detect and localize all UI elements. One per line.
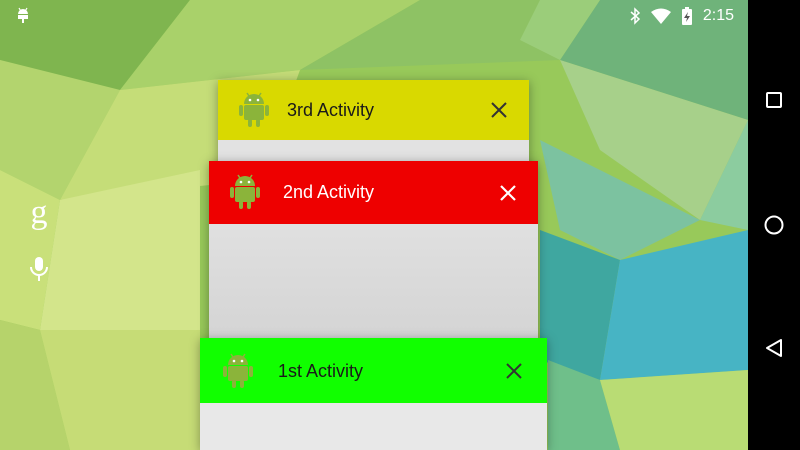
- mic-icon[interactable]: [28, 256, 50, 282]
- home-button[interactable]: [748, 205, 800, 245]
- card-header[interactable]: 2nd Activity: [209, 161, 538, 224]
- close-icon[interactable]: [488, 99, 510, 121]
- recent-card-2nd-activity[interactable]: 2nd Activity: [209, 161, 538, 341]
- android-debug-icon: [18, 7, 28, 23]
- recent-card-1st-activity[interactable]: 1st Activity: [200, 338, 547, 450]
- close-icon[interactable]: [497, 182, 519, 204]
- card-title: 3rd Activity: [287, 100, 375, 120]
- google-search-logo[interactable]: g: [26, 196, 52, 236]
- bluetooth-icon: [630, 7, 640, 25]
- card-thumbnail[interactable]: [209, 224, 538, 341]
- home-icon: [764, 215, 784, 235]
- card-header[interactable]: 1st Activity: [200, 338, 547, 403]
- android-icon: [239, 92, 269, 127]
- battery-charging-icon: [681, 7, 692, 25]
- recents-icon: [766, 92, 782, 108]
- card-title: 2nd Activity: [283, 182, 375, 202]
- card-header[interactable]: 3rd Activity: [218, 80, 529, 140]
- card-thumbnail[interactable]: [200, 403, 547, 450]
- android-icon: [223, 353, 253, 388]
- android-icon: [230, 174, 260, 209]
- recents-button[interactable]: [748, 80, 800, 120]
- close-icon[interactable]: [503, 360, 525, 382]
- status-bar: 2:15: [0, 0, 748, 32]
- navigation-bar: [748, 0, 800, 450]
- wifi-icon: [650, 8, 671, 24]
- back-button[interactable]: [748, 328, 800, 368]
- clock: 2:15: [702, 7, 734, 24]
- back-icon: [766, 339, 782, 357]
- card-title: 1st Activity: [278, 361, 364, 381]
